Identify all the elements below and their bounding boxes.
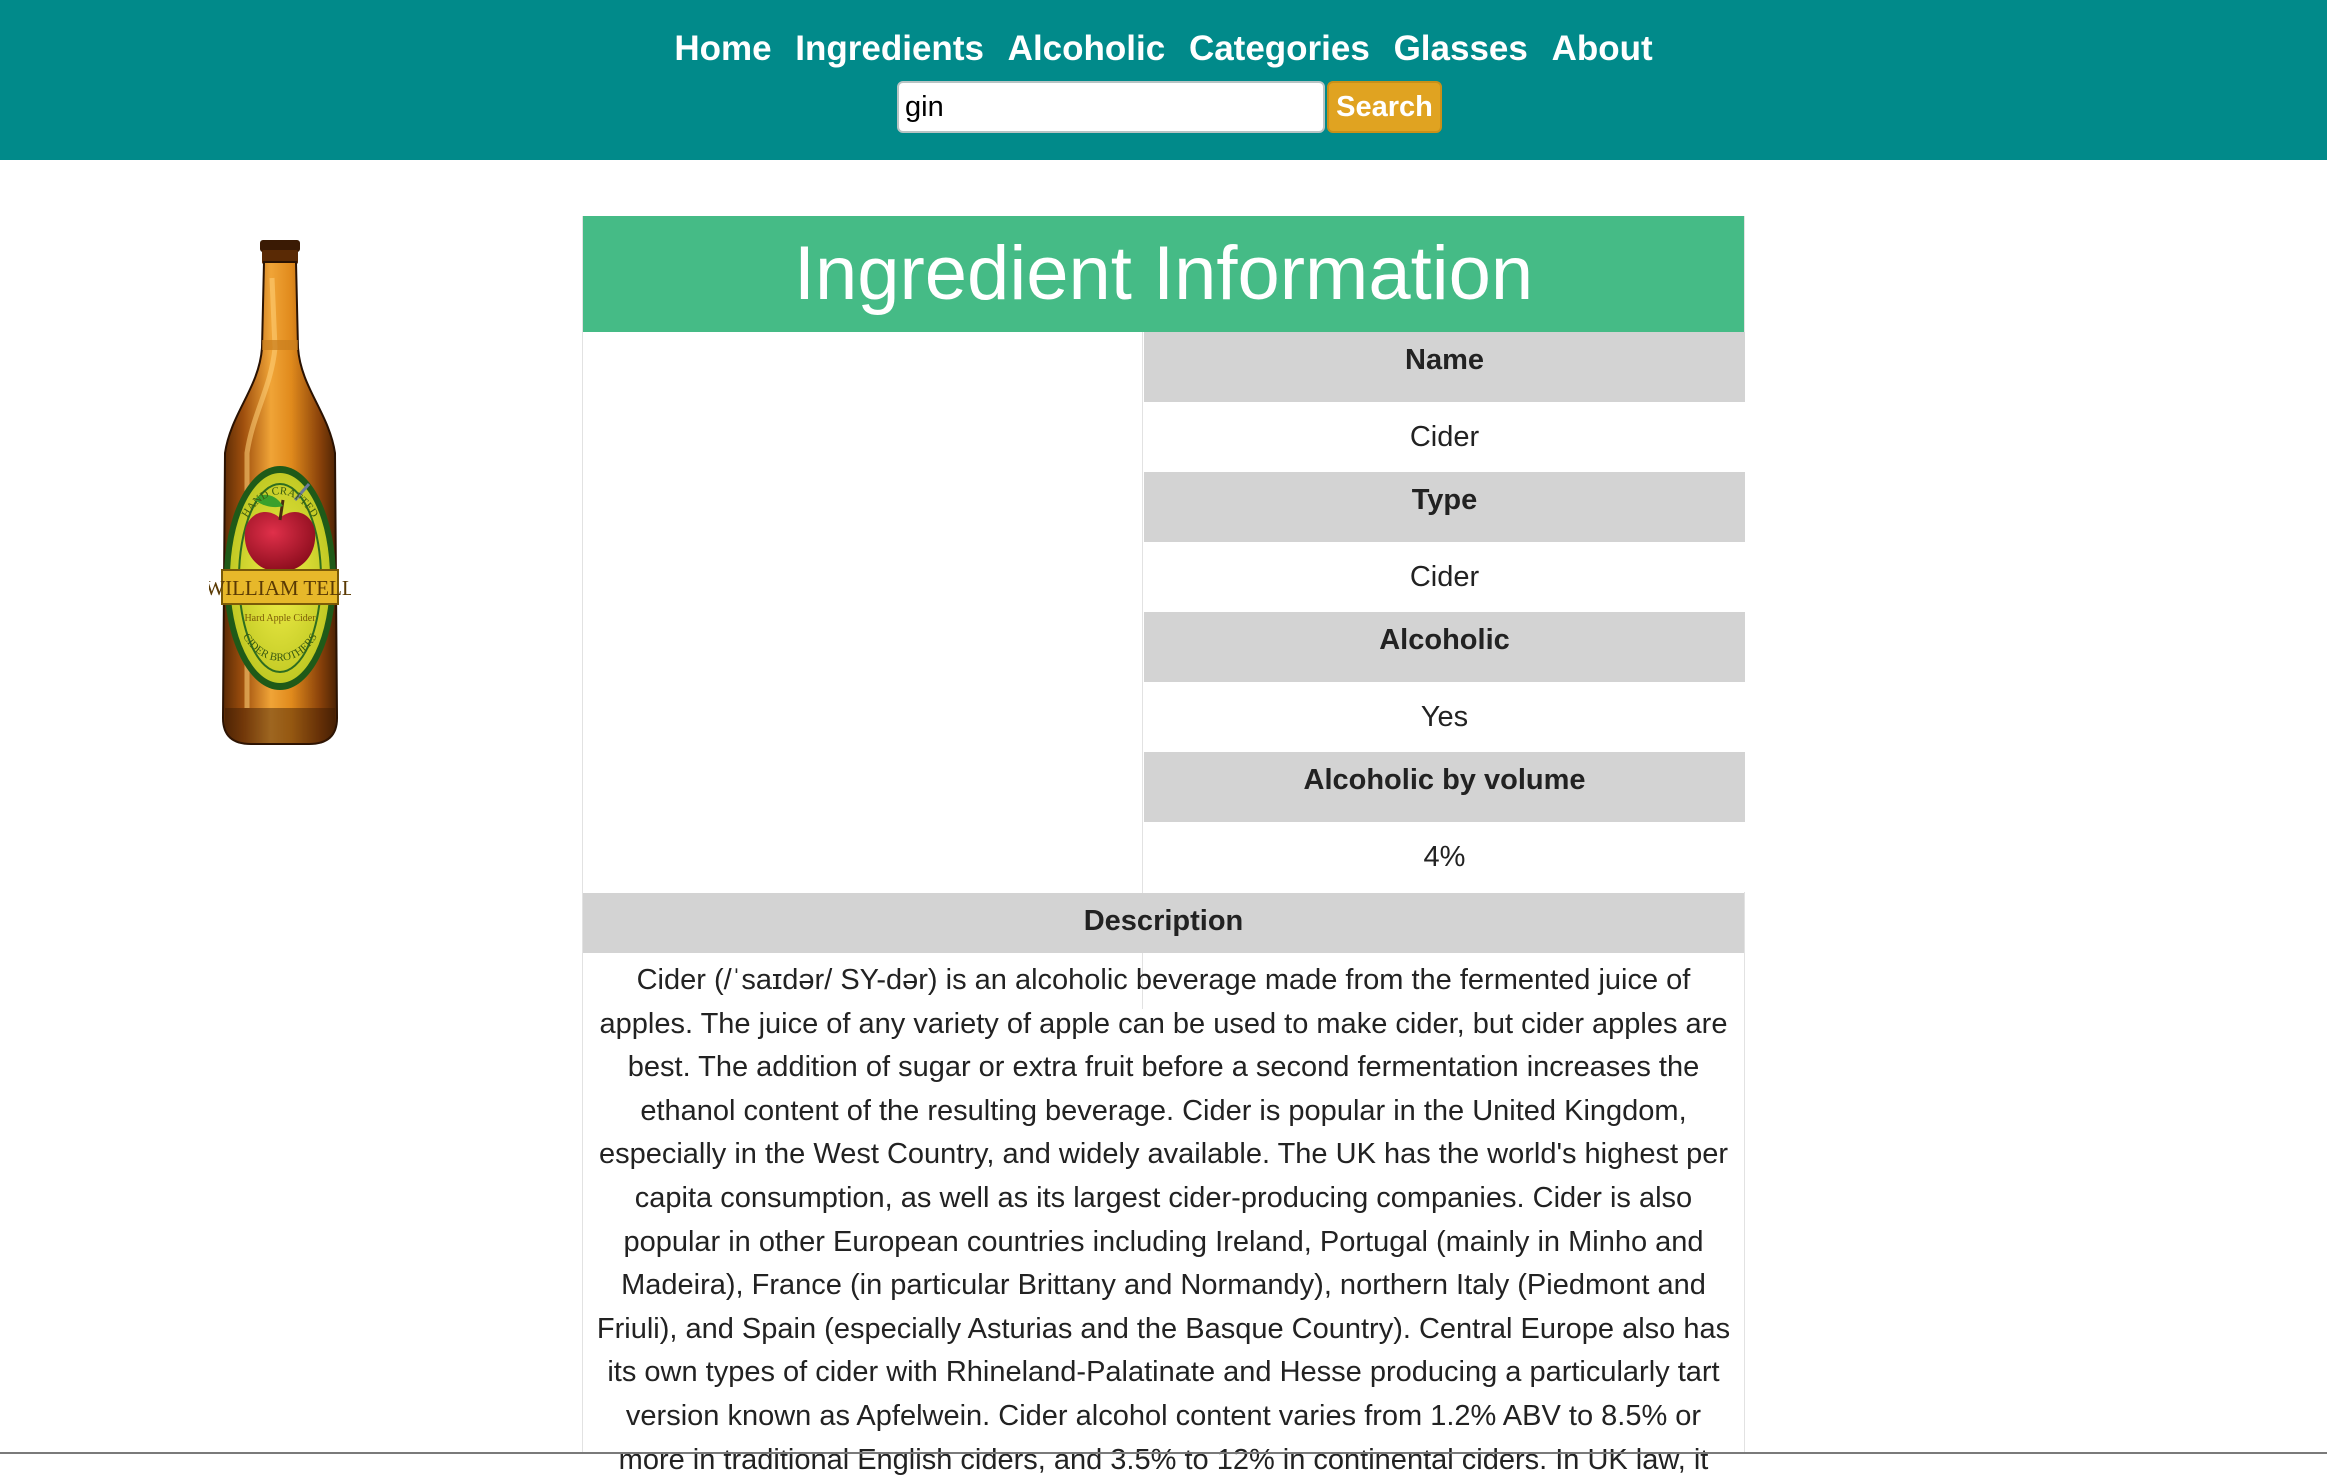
description-text: Cider (/ˈsaɪdər/ SY-dər) is an alcoholic…: [596, 964, 1731, 1476]
ingredient-info-table: Name Cider Type Cider Alcoholic Yes Alco…: [1144, 332, 1745, 892]
abv-label: Alcoholic by volume: [1144, 752, 1745, 822]
type-value: Cider: [1144, 542, 1745, 612]
search-button[interactable]: Search: [1327, 81, 1442, 133]
description-label: Description: [583, 893, 1744, 953]
search-bar: Search: [897, 81, 1442, 133]
name-label: Name: [1144, 332, 1745, 402]
cider-bottle-image: WILLIAM TELL Hard Apple Cider HAND CRAFT…: [205, 238, 355, 746]
name-value: Cider: [1144, 402, 1745, 472]
nav-categories-link[interactable]: Categories: [1189, 29, 1370, 68]
abv-value: 4%: [1144, 822, 1745, 892]
nav-home-link[interactable]: Home: [674, 29, 771, 68]
page-title: Ingredient Information: [583, 216, 1744, 332]
nav-glasses-link[interactable]: Glasses: [1394, 29, 1528, 68]
nav-alcoholic-link[interactable]: Alcoholic: [1008, 29, 1166, 68]
main-nav: Home Ingredients Alcoholic Categories Gl…: [0, 24, 2327, 74]
alcoholic-value: Yes: [1144, 682, 1745, 752]
ingredient-panel: Ingredient Information Name Cider Type C…: [582, 216, 1745, 1476]
nav-ingredients-link[interactable]: Ingredients: [795, 29, 984, 68]
type-label: Type: [1144, 472, 1745, 542]
top-header: Home Ingredients Alcoholic Categories Gl…: [0, 0, 2327, 160]
alcoholic-label: Alcoholic: [1144, 612, 1745, 682]
bottle-brand-text: WILLIAM TELL: [209, 576, 351, 600]
bottle-sub-text: Hard Apple Cider: [244, 613, 316, 624]
search-input[interactable]: [897, 81, 1325, 133]
nav-about-link[interactable]: About: [1552, 29, 1653, 68]
